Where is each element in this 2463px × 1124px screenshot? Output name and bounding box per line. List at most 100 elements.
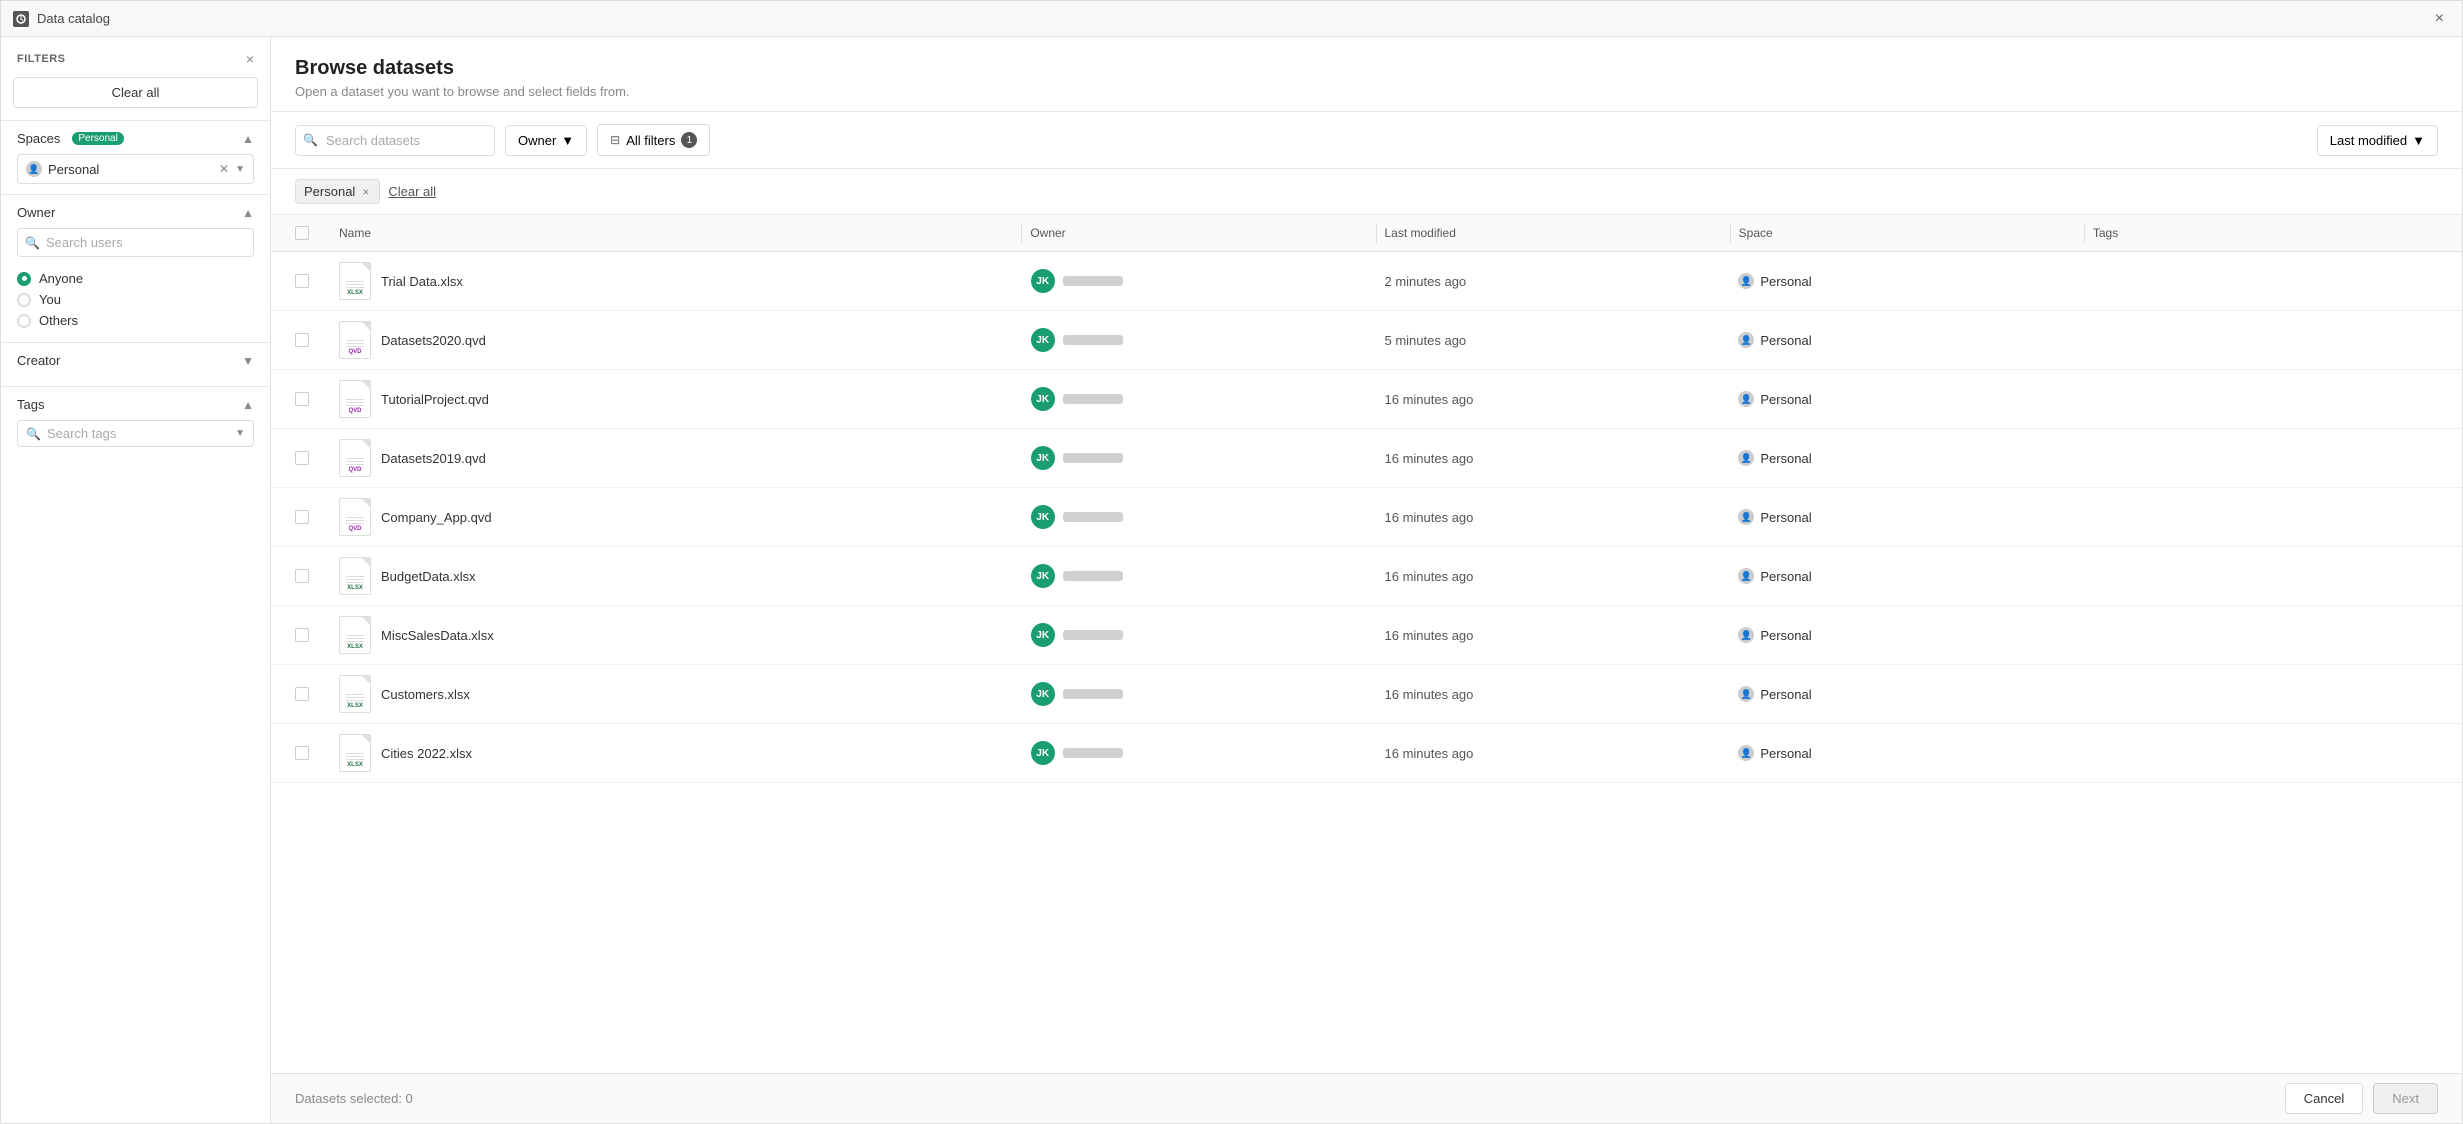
row-filename: Cities 2022.xlsx [381, 746, 472, 761]
row-checkbox[interactable] [295, 628, 309, 642]
owner-name-blur [1063, 630, 1123, 640]
owner-search-input[interactable] [17, 228, 254, 257]
next-button[interactable]: Next [2373, 1083, 2438, 1114]
row-owner-cell: JK [1023, 328, 1377, 352]
all-filters-button[interactable]: ⊟ All filters 1 [597, 124, 710, 156]
spaces-section-header[interactable]: Spaces Personal ▲ [17, 131, 254, 146]
owner-radio-anyone-circle [17, 272, 31, 286]
row-modified-cell: 2 minutes ago [1377, 274, 1731, 289]
table-row[interactable]: QVD Datasets2020.qvd JK 5 minutes ago 👤 … [271, 311, 2462, 370]
tags-search-input[interactable] [47, 426, 229, 441]
th-name: Name [331, 226, 1021, 240]
select-all-checkbox[interactable] [295, 226, 309, 240]
spaces-title: Spaces [17, 131, 60, 146]
table-row[interactable]: XLSX Cities 2022.xlsx JK 16 minutes ago … [271, 724, 2462, 783]
dataset-table: Name Owner Last modified Space Tags [271, 215, 2462, 1073]
table-row[interactable]: QVD Company_App.qvd JK 16 minutes ago 👤 … [271, 488, 2462, 547]
sidebar: FILTERS × Clear all Spaces Personal ▲ 👤 … [1, 37, 271, 1123]
row-checkbox[interactable] [295, 569, 309, 583]
owner-radio-others[interactable]: Others [17, 313, 254, 328]
owner-name-blur [1063, 571, 1123, 581]
owner-avatar: JK [1031, 505, 1055, 529]
table-row[interactable]: QVD Datasets2019.qvd JK 16 minutes ago 👤… [271, 429, 2462, 488]
owner-section: Owner ▲ 🔍 Anyone You [1, 194, 270, 342]
space-icon: 👤 [1738, 509, 1754, 525]
table-row[interactable]: XLSX MiscSalesData.xlsx JK 16 minutes ag… [271, 606, 2462, 665]
title-bar: Data catalog × [1, 1, 2462, 37]
th-owner: Owner [1022, 226, 1375, 240]
sidebar-close-button[interactable]: × [246, 51, 254, 67]
row-name-cell: XLSX BudgetData.xlsx [331, 557, 1023, 595]
row-name-cell: QVD Company_App.qvd [331, 498, 1023, 536]
filter-icon: ⊟ [610, 133, 620, 147]
filter-tag-remove-button[interactable]: × [360, 185, 371, 199]
tags-section: Tags ▲ 🔍 ▼ [1, 386, 270, 457]
owner-avatar: JK [1031, 564, 1055, 588]
search-datasets-input[interactable] [295, 125, 495, 156]
cancel-button[interactable]: Cancel [2285, 1083, 2363, 1114]
app-close-button[interactable]: × [2429, 8, 2450, 30]
row-owner-cell: JK [1023, 741, 1377, 765]
owner-you-label: You [39, 292, 61, 307]
row-modified-cell: 16 minutes ago [1377, 569, 1731, 584]
row-space-cell: 👤 Personal [1730, 509, 2084, 525]
row-checkbox-cell [295, 333, 331, 347]
tags-search-icon: 🔍 [26, 427, 41, 441]
row-space-name: Personal [1760, 746, 1811, 761]
spaces-dropdown-button[interactable]: ▼ [235, 164, 245, 175]
row-owner-cell: JK [1023, 682, 1377, 706]
owner-dropdown-chevron-icon: ▼ [561, 133, 574, 148]
spaces-select-value: Personal [48, 162, 211, 177]
row-checkbox[interactable] [295, 392, 309, 406]
row-space-name: Personal [1760, 392, 1811, 407]
row-checkbox[interactable] [295, 274, 309, 288]
th-check [295, 226, 331, 240]
table-row[interactable]: XLSX Customers.xlsx JK 16 minutes ago 👤 … [271, 665, 2462, 724]
space-icon: 👤 [1738, 391, 1754, 407]
creator-chevron-icon: ▼ [242, 354, 254, 368]
sort-chevron-icon: ▼ [2412, 133, 2425, 148]
row-checkbox[interactable] [295, 510, 309, 524]
tags-section-header[interactable]: Tags ▲ [17, 397, 254, 412]
row-modified-cell: 16 minutes ago [1377, 510, 1731, 525]
owner-radio-anyone[interactable]: Anyone [17, 271, 254, 286]
file-icon: XLSX [339, 734, 371, 772]
file-icon: QVD [339, 380, 371, 418]
owner-dropdown-button[interactable]: Owner ▼ [505, 125, 587, 156]
datasets-selected-text: Datasets selected: 0 [295, 1091, 413, 1106]
sort-dropdown-button[interactable]: Last modified ▼ [2317, 125, 2438, 156]
all-filters-label: All filters [626, 133, 675, 148]
row-space-name: Personal [1760, 333, 1811, 348]
tags-title: Tags [17, 397, 44, 412]
row-filename: Trial Data.xlsx [381, 274, 463, 289]
clear-filters-link[interactable]: Clear all [388, 184, 436, 199]
row-checkbox[interactable] [295, 746, 309, 760]
tags-dropdown-button[interactable]: ▼ [235, 428, 245, 439]
th-tags: Tags [2085, 226, 2438, 240]
row-filename: Customers.xlsx [381, 687, 470, 702]
owner-section-header[interactable]: Owner ▲ [17, 205, 254, 220]
row-space-name: Personal [1760, 628, 1811, 643]
file-icon: QVD [339, 321, 371, 359]
row-checkbox[interactable] [295, 333, 309, 347]
clear-all-button[interactable]: Clear all [13, 77, 258, 108]
row-checkbox-cell [295, 687, 331, 701]
creator-section-header[interactable]: Creator ▼ [17, 353, 254, 368]
th-space: Space [1731, 226, 2084, 240]
table-row[interactable]: QVD TutorialProject.qvd JK 16 minutes ag… [271, 370, 2462, 429]
table-row[interactable]: XLSX Trial Data.xlsx JK 2 minutes ago 👤 … [271, 252, 2462, 311]
creator-title: Creator [17, 353, 60, 368]
owner-radio-you[interactable]: You [17, 292, 254, 307]
table-row[interactable]: XLSX BudgetData.xlsx JK 16 minutes ago 👤… [271, 547, 2462, 606]
row-checkbox[interactable] [295, 451, 309, 465]
file-icon: XLSX [339, 557, 371, 595]
file-icon: XLSX [339, 262, 371, 300]
file-icon: XLSX [339, 675, 371, 713]
spaces-chevron-icon: ▲ [242, 132, 254, 146]
spaces-clear-button[interactable]: ✕ [217, 160, 231, 178]
active-filters-bar: Personal × Clear all [271, 169, 2462, 215]
row-checkbox[interactable] [295, 687, 309, 701]
row-owner-cell: JK [1023, 387, 1377, 411]
spaces-select[interactable]: 👤 Personal ✕ ▼ [17, 154, 254, 184]
owner-avatar: JK [1031, 269, 1055, 293]
